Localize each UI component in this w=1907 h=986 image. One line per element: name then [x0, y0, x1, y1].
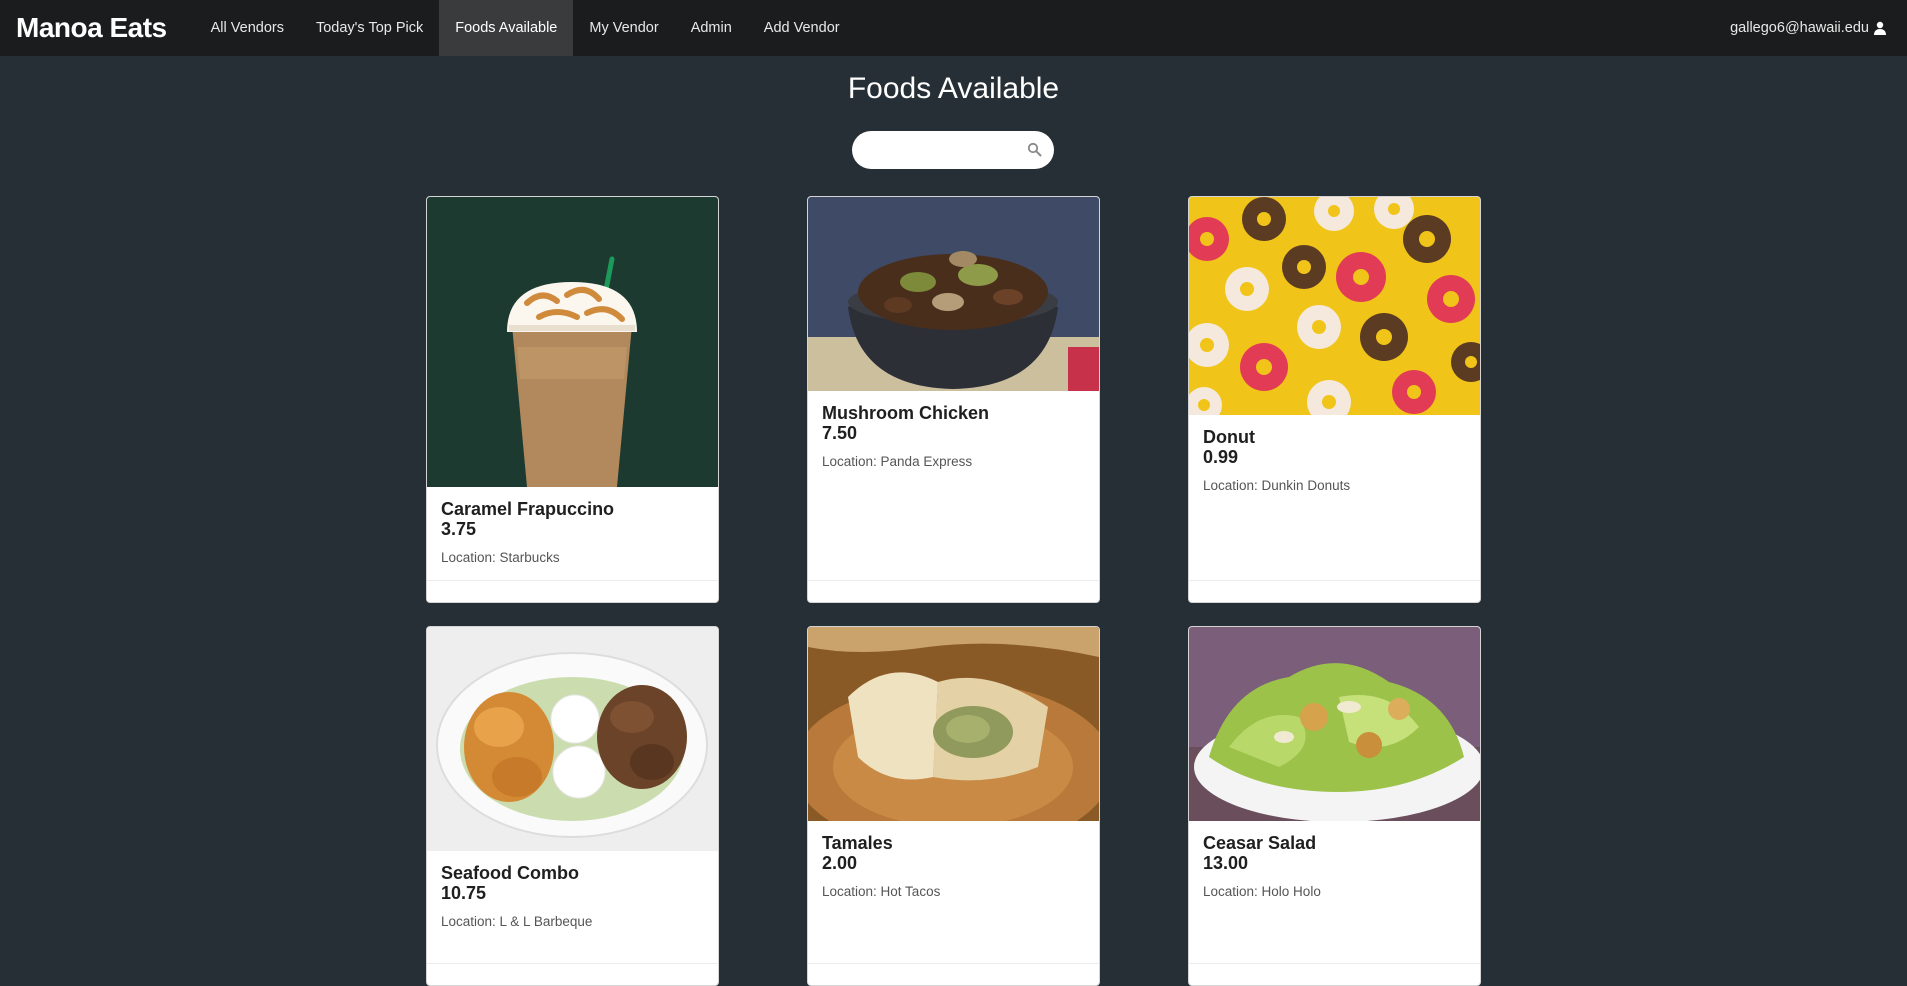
brand-logo[interactable]: Manoa Eats: [0, 0, 183, 56]
food-image: [808, 627, 1099, 821]
user-menu[interactable]: gallego6@hawaii.edu: [1730, 20, 1887, 36]
card-footer: [427, 580, 718, 602]
nav-add-vendor[interactable]: Add Vendor: [748, 0, 856, 56]
food-image: [808, 197, 1099, 391]
food-price: 3.75: [441, 519, 477, 539]
nav-all-vendors[interactable]: All Vendors: [195, 0, 300, 56]
food-card[interactable]: Ceasar Salad 13.00 Location: Holo Holo: [1188, 626, 1481, 986]
food-location: Location: Starbucks: [441, 550, 560, 565]
food-price: 10.75: [441, 883, 487, 903]
card-footer: [808, 963, 1099, 985]
food-price: 2.00: [822, 853, 858, 873]
search-input[interactable]: [866, 131, 1016, 169]
top-navbar: Manoa Eats All Vendors Today's Top Pick …: [0, 0, 1907, 56]
food-card[interactable]: Seafood Combo 10.75 Location: L & L Barb…: [426, 626, 719, 986]
food-name: Seafood Combo: [441, 863, 579, 883]
card-footer: [427, 963, 718, 985]
search-icon[interactable]: [1027, 142, 1042, 162]
page-title: Foods Available: [847, 72, 1060, 105]
food-name: Caramel Frapuccino: [441, 499, 615, 519]
food-location: Location: Hot Tacos: [822, 884, 941, 899]
food-price: 7.50: [822, 423, 858, 443]
food-image: [427, 197, 718, 487]
food-image: [427, 627, 718, 851]
food-location: Location: Holo Holo: [1203, 884, 1321, 899]
food-image: [1189, 197, 1480, 415]
food-card[interactable]: Donut 0.99 Location: Dunkin Donuts: [1188, 196, 1481, 603]
food-location: Location: Panda Express: [822, 454, 973, 469]
nav-my-vendor[interactable]: My Vendor: [573, 0, 674, 56]
search-box: [852, 131, 1054, 169]
food-card[interactable]: Tamales 2.00 Location: Hot Tacos: [807, 626, 1100, 986]
food-image: [1189, 627, 1480, 821]
food-name: Tamales: [822, 833, 893, 853]
card-footer: [808, 580, 1099, 602]
food-name: Ceasar Salad: [1203, 833, 1317, 853]
nav-foods-available[interactable]: Foods Available: [439, 0, 574, 56]
card-footer: [1189, 963, 1480, 985]
food-name: Donut: [1203, 427, 1255, 447]
food-name: Mushroom Chicken: [822, 403, 990, 423]
food-price: 0.99: [1203, 447, 1239, 467]
nav-admin[interactable]: Admin: [675, 0, 748, 56]
food-price: 13.00: [1203, 853, 1249, 873]
food-card[interactable]: Mushroom Chicken 7.50 Location: Panda Ex…: [807, 196, 1100, 603]
user-email: gallego6@hawaii.edu: [1730, 20, 1869, 36]
user-icon: [1873, 21, 1887, 35]
food-card[interactable]: Caramel Frapuccino 3.75 Location: Starbu…: [426, 196, 719, 603]
food-location: Location: Dunkin Donuts: [1203, 478, 1351, 493]
nav-todays-top-pick[interactable]: Today's Top Pick: [300, 0, 439, 56]
food-location: Location: L & L Barbeque: [441, 914, 593, 929]
card-footer: [1189, 580, 1480, 602]
